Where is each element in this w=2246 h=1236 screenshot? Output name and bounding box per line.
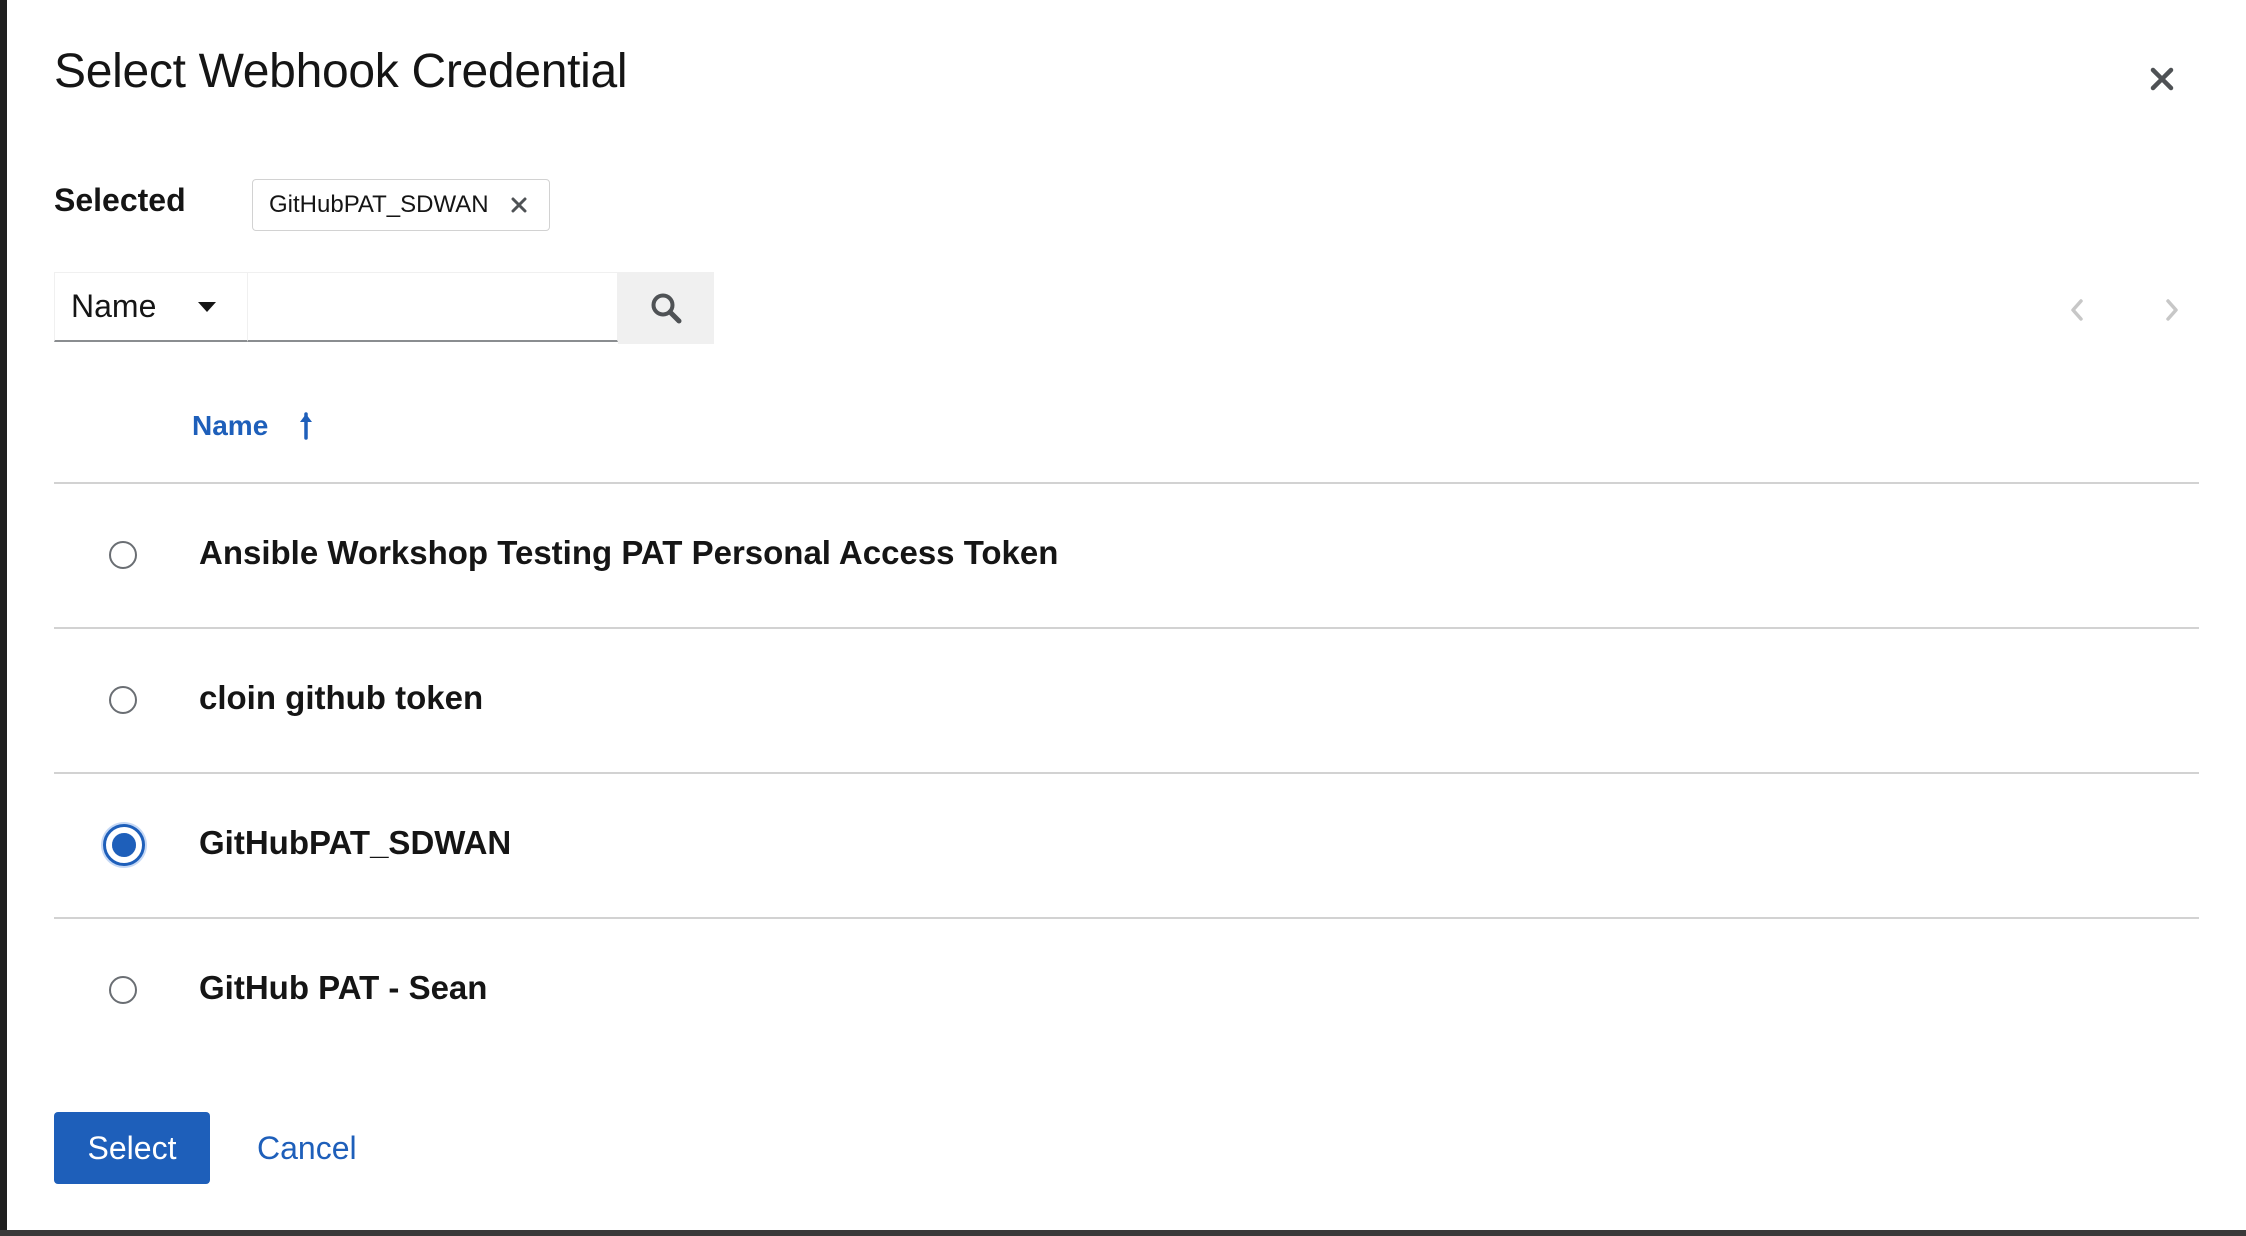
credentials-table: Ansible Workshop Testing PAT Personal Ac… bbox=[54, 482, 2199, 1062]
row-radio[interactable] bbox=[109, 686, 137, 714]
pagination-previous-button[interactable] bbox=[2057, 290, 2097, 330]
close-icon bbox=[511, 197, 527, 213]
cancel-button[interactable]: Cancel bbox=[245, 1130, 369, 1167]
search-toolbar: Name bbox=[54, 272, 714, 344]
row-name: GitHub PAT - Sean bbox=[199, 969, 488, 1006]
row-name: cloin github token bbox=[199, 679, 484, 716]
table-row[interactable]: GitHub PAT - Sean bbox=[54, 917, 2199, 1062]
modal-title: Select Webhook Credential bbox=[54, 45, 628, 98]
select-button[interactable]: Select bbox=[54, 1112, 210, 1184]
row-name: GitHubPAT_SDWAN bbox=[199, 824, 512, 861]
search-icon bbox=[651, 293, 682, 324]
table-row[interactable]: Ansible Workshop Testing PAT Personal Ac… bbox=[54, 482, 2199, 627]
row-radio-checked[interactable] bbox=[103, 824, 145, 866]
row-radio[interactable] bbox=[109, 976, 137, 1004]
chevron-right-icon bbox=[2166, 299, 2178, 321]
column-header-label: Name bbox=[192, 410, 269, 441]
modal-footer: Select Cancel bbox=[54, 1112, 369, 1184]
caret-down-icon bbox=[198, 301, 216, 312]
chip-remove-button[interactable] bbox=[511, 197, 527, 213]
modal-dialog: Select Webhook Credential Selected GitHu… bbox=[7, 0, 2246, 1230]
filter-attribute-label: Name bbox=[71, 288, 157, 324]
table-row[interactable]: cloin github token bbox=[54, 627, 2199, 772]
search-button[interactable] bbox=[618, 272, 714, 344]
close-button[interactable] bbox=[2137, 54, 2187, 104]
column-header-name[interactable]: Name bbox=[192, 410, 314, 442]
chip-label: GitHubPAT_SDWAN bbox=[269, 191, 489, 218]
close-icon bbox=[2150, 67, 2174, 91]
backdrop bbox=[0, 0, 7, 1236]
row-radio[interactable] bbox=[109, 541, 137, 569]
row-name: Ansible Workshop Testing PAT Personal Ac… bbox=[199, 534, 1059, 571]
chevron-left-icon bbox=[2071, 299, 2083, 321]
filter-attribute-select[interactable]: Name bbox=[54, 272, 248, 342]
backdrop-bottom bbox=[0, 1230, 2246, 1236]
selected-label: Selected bbox=[54, 182, 186, 218]
selected-chip: GitHubPAT_SDWAN bbox=[252, 179, 550, 231]
pagination-next-button[interactable] bbox=[2152, 290, 2192, 330]
radio-dot bbox=[108, 829, 140, 861]
sort-ascending-icon bbox=[300, 412, 313, 440]
search-input[interactable] bbox=[248, 272, 618, 342]
table-row[interactable]: GitHubPAT_SDWAN bbox=[54, 772, 2199, 917]
